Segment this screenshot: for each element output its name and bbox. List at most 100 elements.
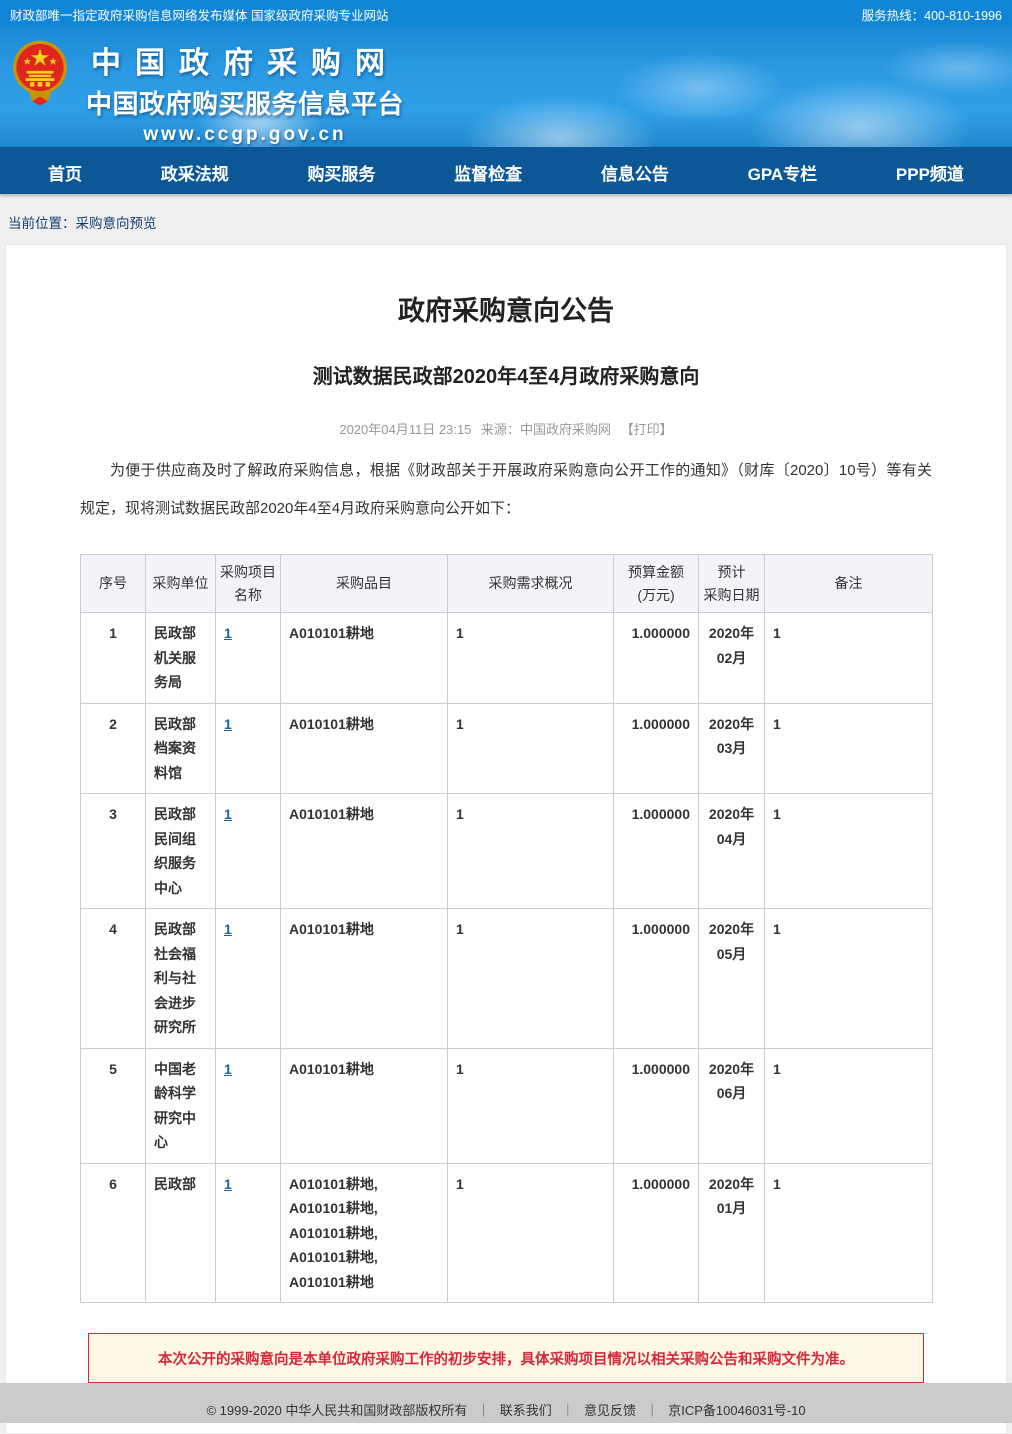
breadcrumb-label: 当前位置： — [8, 216, 76, 231]
nav-item-purchase-services[interactable]: 购买服务 — [307, 160, 375, 185]
table-row: 1 民政部机关服务局 1 A010101耕地 1 1.000000 2020年0… — [81, 613, 933, 704]
cell-summary: 1 — [448, 613, 614, 704]
cell-project: 1 — [216, 1048, 281, 1163]
print-button[interactable]: 【打印】 — [621, 422, 673, 437]
cell-budget: 1.000000 — [614, 794, 699, 909]
cell-category: A010101耕地 — [281, 909, 448, 1049]
col-header-budget: 预算金额 (万元) — [614, 555, 699, 613]
cell-summary: 1 — [448, 794, 614, 909]
nav-item-home[interactable]: 首页 — [48, 160, 82, 185]
page-footer: © 1999-2020 中华人民共和国财政部版权所有 ｜ 联系我们 ｜ 意见反馈… — [0, 1383, 1012, 1423]
announcement-subtitle: 测试数据民政部2020年4至4月政府采购意向 — [80, 360, 932, 389]
footer-separator: ｜ — [561, 1403, 574, 1418]
project-link[interactable]: 1 — [224, 1176, 232, 1192]
main-nav: 首页 政采法规 购买服务 监督检查 信息公告 GPA专栏 PPP频道 — [0, 150, 1012, 194]
site-name: 中国政府采购网 — [80, 38, 410, 82]
cell-budget: 1.000000 — [614, 703, 699, 794]
table-row: 5 中国老龄科学研究中心 1 A010101耕地 1 1.000000 2020… — [81, 1048, 933, 1163]
cell-seq: 5 — [81, 1048, 146, 1163]
announcement-card: 政府采购意向公告 测试数据民政部2020年4至4月政府采购意向 2020年04月… — [5, 244, 1007, 1434]
disclaimer-text: 本次公开的采购意向是本单位政府采购工作的初步安排，具体采购项目情况以相关采购公告… — [158, 1348, 854, 1369]
cell-unit: 民政部民间组织服务中心 — [146, 794, 216, 909]
cell-seq: 2 — [81, 703, 146, 794]
col-header-note: 备注 — [765, 555, 933, 613]
procurement-intent-table: 序号 采购单位 采购项目 名称 采购品目 采购需求概况 预算金额 (万元) 预计… — [80, 554, 933, 1303]
site-url: www.ccgp.gov.cn — [80, 124, 410, 146]
project-link[interactable]: 1 — [224, 716, 232, 732]
col-header-project: 采购项目 名称 — [216, 555, 281, 613]
contact-us-link[interactable]: 联系我们 — [500, 1403, 552, 1418]
table-row: 4 民政部社会福利与社会进步研究所 1 A010101耕地 1 1.000000… — [81, 909, 933, 1049]
cell-seq: 6 — [81, 1163, 146, 1303]
cell-date: 2020年01月 — [699, 1163, 765, 1303]
cell-unit: 民政部社会福利与社会进步研究所 — [146, 909, 216, 1049]
cell-date: 2020年03月 — [699, 703, 765, 794]
cell-project: 1 — [216, 613, 281, 704]
cell-note: 1 — [765, 703, 933, 794]
cell-seq: 1 — [81, 613, 146, 704]
col-header-summary: 采购需求概况 — [448, 555, 614, 613]
topbar-slogan: 财政部唯一指定政府采购信息网络发布媒体 国家级政府采购专业网站 — [10, 5, 388, 24]
intro-paragraph: 为便于供应商及时了解政府采购信息，根据《财政部关于开展政府采购意向公开工作的通知… — [80, 452, 932, 528]
cell-budget: 1.000000 — [614, 613, 699, 704]
nav-item-announcements[interactable]: 信息公告 — [601, 160, 669, 185]
cell-note: 1 — [765, 909, 933, 1049]
cell-date: 2020年06月 — [699, 1048, 765, 1163]
site-header: 中国政府采购网 中国政府购买服务信息平台 www.ccgp.gov.cn — [0, 28, 1012, 150]
cell-unit: 民政部机关服务局 — [146, 613, 216, 704]
project-link[interactable]: 1 — [224, 625, 232, 641]
breadcrumb: 当前位置：采购意向预览 — [0, 194, 1012, 244]
feedback-link[interactable]: 意见反馈 — [584, 1403, 636, 1418]
nav-item-regulations[interactable]: 政采法规 — [161, 160, 229, 185]
cell-date: 2020年04月 — [699, 794, 765, 909]
icp-number: 京ICP备10046031号-10 — [668, 1403, 805, 1418]
cell-note: 1 — [765, 1163, 933, 1303]
cell-date: 2020年05月 — [699, 909, 765, 1049]
col-header-seq: 序号 — [81, 555, 146, 613]
project-link[interactable]: 1 — [224, 806, 232, 822]
project-link[interactable]: 1 — [224, 921, 232, 937]
site-subtitle: 中国政府购买服务信息平台 — [80, 84, 410, 121]
col-header-unit: 采购单位 — [146, 555, 216, 613]
nav-item-gpa[interactable]: GPA专栏 — [748, 160, 818, 185]
cell-budget: 1.000000 — [614, 909, 699, 1049]
site-identity: 中国政府采购网 中国政府购买服务信息平台 www.ccgp.gov.cn — [80, 38, 410, 146]
nav-item-supervision[interactable]: 监督检查 — [454, 160, 522, 185]
cell-unit: 中国老龄科学研究中心 — [146, 1048, 216, 1163]
cell-summary: 1 — [448, 1163, 614, 1303]
publish-date: 2020年04月11日 23:15 — [339, 422, 471, 437]
cell-category: A010101耕地 — [281, 794, 448, 909]
national-emblem-icon — [12, 38, 68, 106]
table-row: 3 民政部民间组织服务中心 1 A010101耕地 1 1.000000 202… — [81, 794, 933, 909]
cell-note: 1 — [765, 613, 933, 704]
service-hotline: 服务热线：400-810-1996 — [862, 5, 1002, 24]
col-header-category: 采购品目 — [281, 555, 448, 613]
project-link[interactable]: 1 — [224, 1061, 232, 1077]
source-label: 来源：中国政府采购网 — [481, 422, 611, 437]
cell-seq: 4 — [81, 909, 146, 1049]
page-title: 政府采购意向公告 — [80, 289, 932, 328]
cell-note: 1 — [765, 794, 933, 909]
article-meta: 2020年04月11日 23:15 来源：中国政府采购网 【打印】 — [80, 419, 932, 438]
cell-note: 1 — [765, 1048, 933, 1163]
cell-summary: 1 — [448, 909, 614, 1049]
cell-project: 1 — [216, 794, 281, 909]
table-row: 2 民政部档案资料馆 1 A010101耕地 1 1.000000 2020年0… — [81, 703, 933, 794]
cell-summary: 1 — [448, 1048, 614, 1163]
col-header-date: 预计 采购日期 — [699, 555, 765, 613]
cell-project: 1 — [216, 703, 281, 794]
cell-category: A010101耕地 — [281, 1048, 448, 1163]
cell-budget: 1.000000 — [614, 1163, 699, 1303]
copyright-text: © 1999-2020 中华人民共和国财政部版权所有 — [206, 1403, 467, 1418]
cell-seq: 3 — [81, 794, 146, 909]
cell-unit: 民政部 — [146, 1163, 216, 1303]
cell-budget: 1.000000 — [614, 1048, 699, 1163]
nav-item-ppp[interactable]: PPP频道 — [896, 160, 964, 185]
breadcrumb-current: 采购意向预览 — [76, 216, 157, 231]
cell-unit: 民政部档案资料馆 — [146, 703, 216, 794]
cell-category: A010101耕地 — [281, 613, 448, 704]
cell-project: 1 — [216, 1163, 281, 1303]
table-row: 6 民政部 1 A010101耕地,A010101耕地,A010101耕地,A0… — [81, 1163, 933, 1303]
table-header-row: 序号 采购单位 采购项目 名称 采购品目 采购需求概况 预算金额 (万元) 预计… — [81, 555, 933, 613]
topbar: 财政部唯一指定政府采购信息网络发布媒体 国家级政府采购专业网站 服务热线：400… — [0, 0, 1012, 28]
